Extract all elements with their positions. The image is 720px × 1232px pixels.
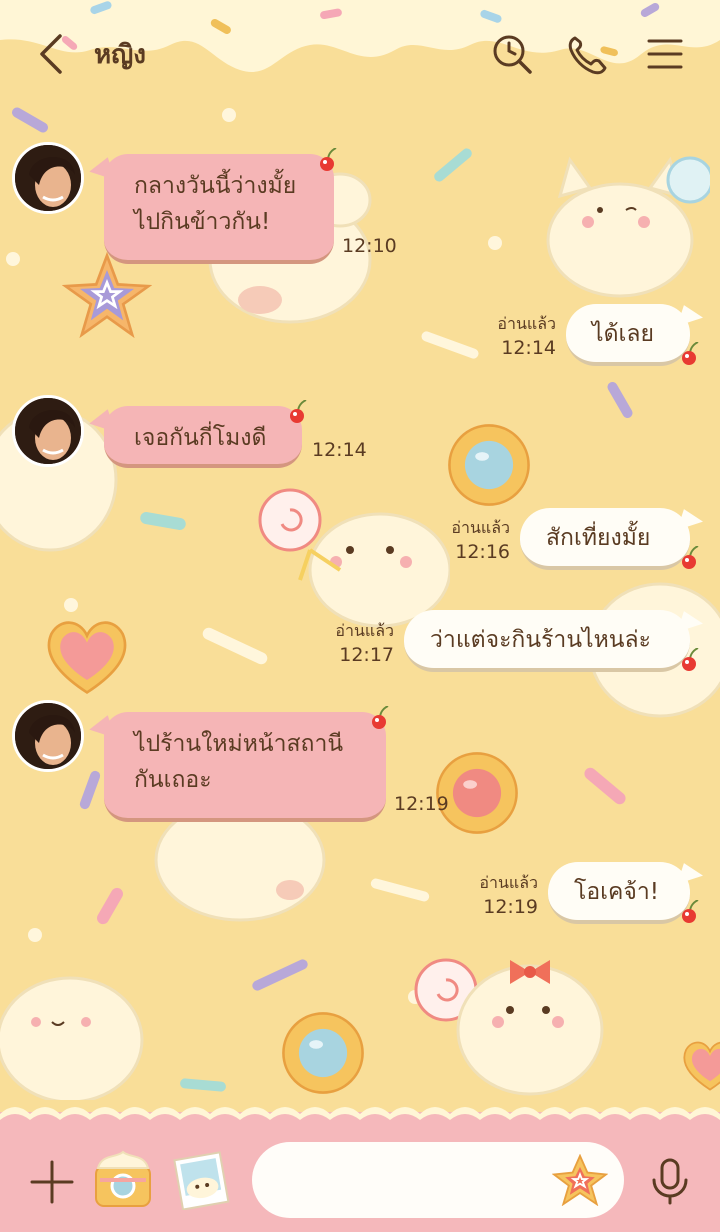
chat-title[interactable]: หญิง xyxy=(94,34,146,75)
message-text: เจอกันกี่โมงดี xyxy=(134,425,267,451)
message-text: โอเคจ้า! xyxy=(574,879,660,905)
message-bubble-outgoing[interactable]: ได้เลย xyxy=(566,304,690,366)
round-cookie-decoration xyxy=(282,1012,364,1094)
confetti xyxy=(605,380,635,420)
confetti-dot xyxy=(64,598,78,612)
confetti xyxy=(94,885,126,927)
cherry-icon xyxy=(290,400,307,423)
read-receipt: อ่านแล้ว xyxy=(479,873,538,892)
phone-icon[interactable] xyxy=(565,32,609,76)
heart-cookie-decoration xyxy=(47,621,127,695)
message-time: 12:19 xyxy=(394,793,449,815)
message-time: 12:17 xyxy=(339,644,394,666)
cat-character-decoration xyxy=(546,156,710,298)
read-receipt: อ่านแล้ว xyxy=(335,621,394,640)
confetti-dot xyxy=(28,928,42,942)
message-bubble-incoming[interactable]: ไปร้านใหม่หน้าสถานี กันเถอะ xyxy=(104,712,386,822)
message-bubble-incoming[interactable]: เจอกันกี่โมงดี xyxy=(104,406,302,468)
message-text: ได้เลย xyxy=(592,321,654,347)
camera-icon[interactable] xyxy=(92,1148,154,1210)
confetti-dot xyxy=(6,252,20,266)
message-bubble-outgoing[interactable]: โอเคจ้า! xyxy=(548,862,690,924)
confetti xyxy=(78,769,102,811)
search-clock-icon[interactable] xyxy=(490,32,534,76)
message-text: ไปร้านใหม่หน้าสถานี xyxy=(134,731,344,757)
cherry-icon xyxy=(320,148,337,171)
message-time: 12:16 xyxy=(455,541,510,563)
chat-header: หญิง xyxy=(0,0,720,110)
hamburger-menu-icon[interactable] xyxy=(643,32,687,76)
bear-with-bow-character-decoration xyxy=(414,958,604,1096)
message-time: 12:19 xyxy=(483,896,538,918)
confetti xyxy=(581,765,629,807)
plus-icon[interactable] xyxy=(28,1158,76,1206)
confetti xyxy=(432,146,474,184)
photo-icon[interactable] xyxy=(170,1148,232,1210)
confetti xyxy=(139,511,187,531)
cherry-icon xyxy=(372,706,389,729)
confetti-dot xyxy=(222,108,236,122)
avatar[interactable] xyxy=(12,142,84,214)
scallop-border-decoration xyxy=(0,1107,720,1128)
confetti xyxy=(250,957,310,993)
message-time: 12:14 xyxy=(312,439,367,461)
heart-cookie-decoration xyxy=(683,1041,720,1091)
message-text: ว่าแต่จะกินร้านไหนล่ะ xyxy=(430,627,651,653)
sticker-star-icon[interactable] xyxy=(552,1154,608,1206)
microphone-icon[interactable] xyxy=(648,1156,692,1206)
bear-character-decoration xyxy=(258,488,450,628)
read-receipt: อ่านแล้ว xyxy=(497,314,556,333)
message-time: 12:10 xyxy=(342,235,397,257)
avatar[interactable] xyxy=(12,395,84,467)
confetti xyxy=(179,1078,227,1092)
message-text: ไปกินข้าวกัน! xyxy=(134,209,271,235)
cherry-icon xyxy=(682,342,699,365)
confetti xyxy=(200,625,270,667)
confetti-dot xyxy=(488,236,502,250)
confetti xyxy=(369,877,431,903)
cherry-icon xyxy=(682,546,699,569)
star-cookie-decoration xyxy=(62,252,152,339)
message-time: 12:14 xyxy=(501,337,556,359)
chevron-left-icon[interactable] xyxy=(32,30,72,78)
message-text: สักเที่ยงมั้ย xyxy=(546,525,651,551)
round-cookie-decoration xyxy=(448,424,530,506)
avatar[interactable] xyxy=(12,700,84,772)
cherry-icon xyxy=(682,648,699,671)
read-receipt: อ่านแล้ว xyxy=(451,518,510,537)
message-bubble-outgoing[interactable]: ว่าแต่จะกินร้านไหนล่ะ xyxy=(404,610,690,672)
message-bubble-incoming[interactable]: กลางวันนี้ว่างมั้ย ไปกินข้าวกัน! xyxy=(104,154,334,264)
bear-character-decoration xyxy=(0,976,144,1100)
message-text: กันเถอะ xyxy=(134,767,212,793)
message-text: กลางวันนี้ว่างมั้ย xyxy=(134,173,297,199)
cherry-icon xyxy=(682,900,699,923)
message-bubble-outgoing[interactable]: สักเที่ยงมั้ย xyxy=(520,508,690,570)
